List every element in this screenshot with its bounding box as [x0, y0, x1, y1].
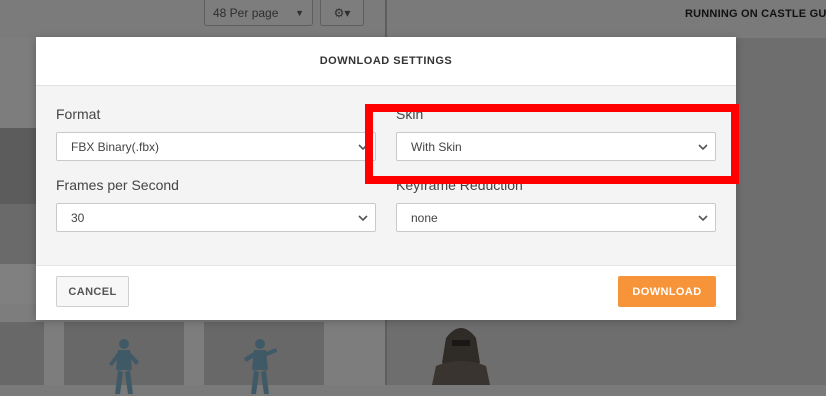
modal-footer: CANCEL DOWNLOAD	[36, 265, 736, 320]
fps-label: Frames per Second	[56, 177, 179, 193]
list-row[interactable]	[0, 264, 36, 304]
fps-select[interactable]: 30	[56, 203, 376, 232]
format-select[interactable]: FBX Binary(.fbx)	[56, 132, 376, 161]
character-figure-icon	[244, 339, 277, 394]
format-label: Format	[56, 106, 101, 122]
character-figure-icon	[109, 339, 139, 394]
download-button[interactable]: DOWNLOAD	[618, 276, 716, 307]
cancel-button[interactable]: CANCEL	[56, 276, 129, 307]
modal-header: DOWNLOAD SETTINGS	[36, 37, 736, 86]
list-row[interactable]	[0, 128, 36, 204]
modal-title: DOWNLOAD SETTINGS	[319, 55, 453, 67]
settings-menu-button[interactable]: ⚙▾	[320, 0, 364, 26]
character-preview-icon	[432, 328, 490, 385]
format-value: FBX Binary(.fbx)	[71, 139, 160, 154]
chevron-down-icon	[358, 215, 368, 222]
per-page-label: 48 Per page	[213, 5, 279, 20]
animation-thumbnail[interactable]	[0, 322, 44, 385]
chevron-down-icon: ▼	[295, 7, 304, 18]
list-row[interactable]	[0, 204, 36, 264]
per-page-select[interactable]: 48 Per page ▼	[204, 0, 313, 26]
keyframe-reduction-select[interactable]: none	[396, 203, 716, 232]
chevron-down-icon	[698, 215, 708, 222]
fps-value: 30	[71, 210, 85, 225]
highlight-box	[365, 104, 739, 184]
animation-title: RUNNING ON CASTLE GU	[685, 8, 826, 20]
gear-icon: ⚙▾	[333, 5, 351, 20]
keyframe-reduction-value: none	[411, 210, 438, 225]
